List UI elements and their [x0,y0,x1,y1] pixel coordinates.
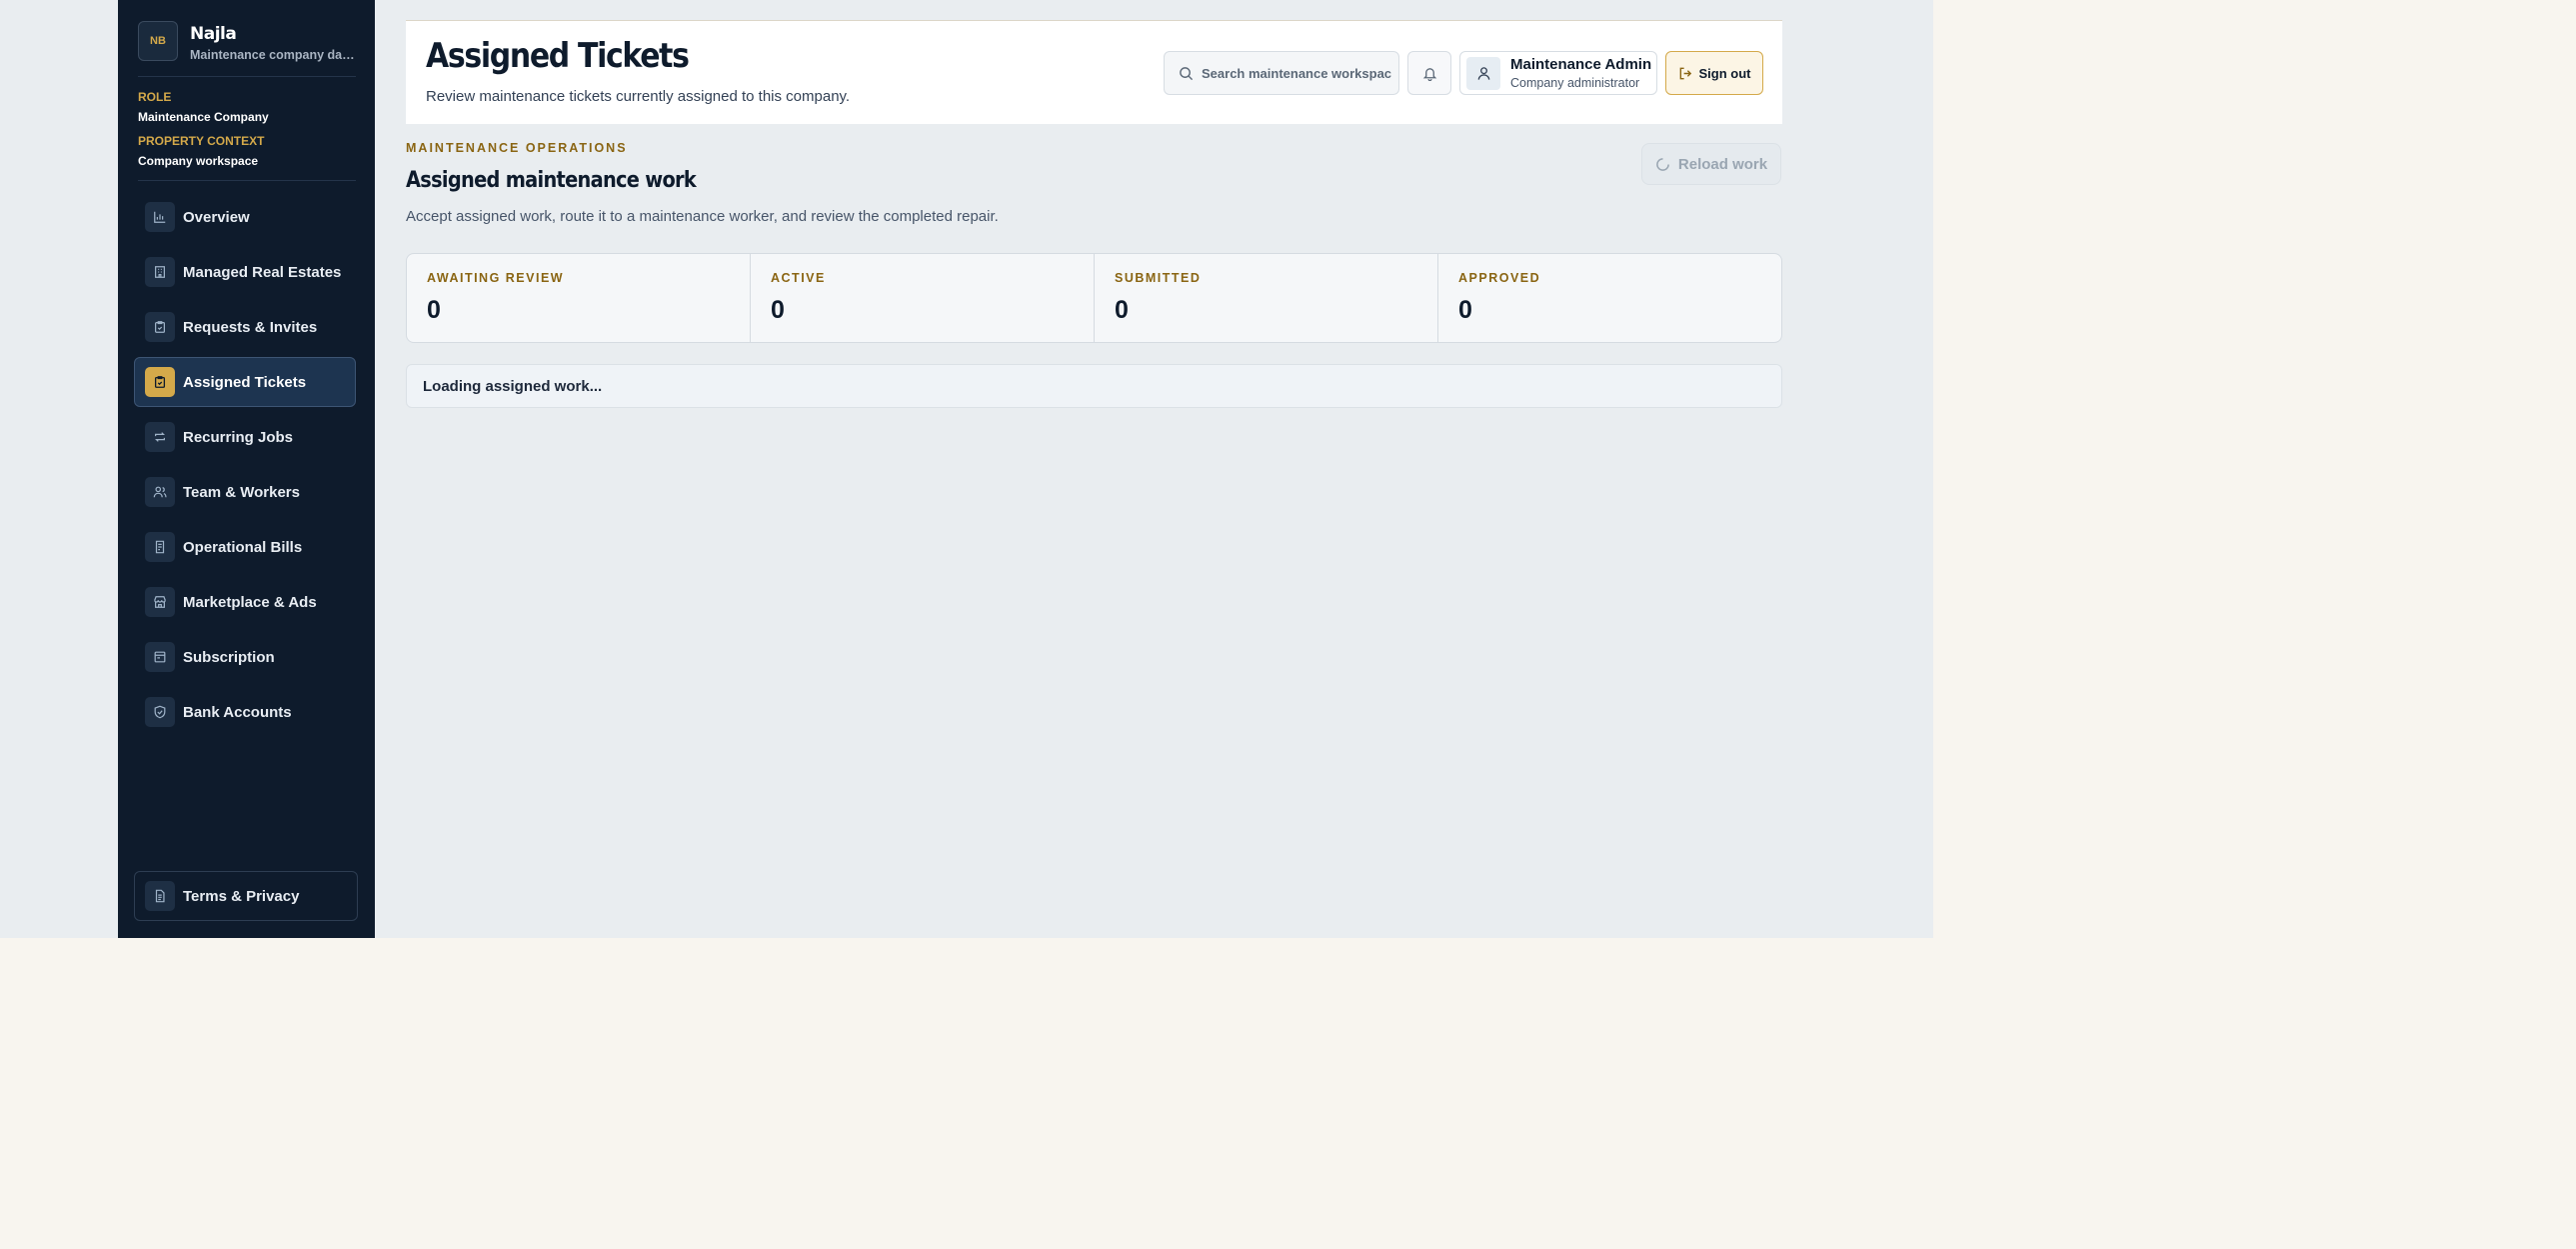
user-role: Company administrator [1510,76,1640,90]
stat-value: 0 [427,296,441,324]
reload-work-label: Reload work [1677,155,1768,173]
sidebar-item-label: Requests & Invites [183,318,318,336]
stat-value: 0 [1458,296,1472,324]
section-eyebrow: MAINTENANCE OPERATIONS [406,141,628,155]
clipboard-icon [145,367,175,397]
sidebar-item-marketplace-ads[interactable]: Marketplace & Ads [134,577,356,627]
sidebar-item-requests-invites[interactable]: Requests & Invites [134,302,356,352]
stat-label: SUBMITTED [1115,271,1202,285]
sidebar-item-label: Subscription [183,648,275,666]
page-title: Assigned Tickets [426,36,690,76]
app-shell: NB Najla Maintenance company dashboard R… [0,0,1933,938]
clipboard-check-icon [145,312,175,342]
sidebar-item-team-workers[interactable]: Team & Workers [134,467,356,517]
bell-icon [1422,67,1436,81]
role-value: Maintenance Company [138,110,269,124]
sign-out-icon [1679,67,1691,79]
reload-work-button[interactable]: Reload work [1641,143,1781,185]
property-context-label: PROPERTY CONTEXT [138,134,265,148]
sidebar-item-overview[interactable]: Overview [134,192,356,242]
building-icon [145,257,175,287]
repeat-icon [145,422,175,452]
property-context-value: Company workspace [138,154,259,168]
sign-out-label: Sign out [1698,65,1751,81]
stat-label: AWAITING REVIEW [427,271,565,285]
brand-name: Najla [190,24,237,44]
sidebar-item-label: Managed Real Estates [183,263,342,281]
sign-out-button[interactable]: Sign out [1665,51,1763,95]
stat-label: APPROVED [1458,271,1541,285]
avatar [1466,57,1500,90]
sidebar-item-label: Operational Bills [183,538,303,556]
role-label: ROLE [138,90,172,104]
sidebar-item-assigned-tickets[interactable]: Assigned Tickets [134,357,356,407]
sidebar-item-label: Marketplace & Ads [183,593,317,611]
loading-message: Loading assigned work... [406,364,1782,408]
sidebar: NB Najla Maintenance company dashboard R… [118,0,375,938]
search-box[interactable] [1164,51,1399,95]
receipt-icon [145,532,175,562]
stats-panel: AWAITING REVIEW 0 ACTIVE 0 SUBMITTED 0 A… [406,253,1782,343]
sidebar-item-label: Bank Accounts [183,703,292,721]
user-icon [1477,67,1489,80]
section-description: Accept assigned work, route it to a main… [406,208,999,225]
sidebar-item-label: Assigned Tickets [183,373,307,391]
stat-label: ACTIVE [771,271,826,285]
stat-approved: APPROVED 0 [1438,254,1781,342]
sidebar-item-label: Recurring Jobs [183,428,294,446]
brand[interactable]: NB Najla Maintenance company dashboard [138,21,358,63]
sidebar-item-label: Team & Workers [183,483,300,501]
sidebar-divider [138,76,356,77]
brand-subtitle: Maintenance company dashboard [190,48,358,62]
sidebar-item-terms-privacy[interactable]: Terms & Privacy [134,871,358,921]
bar-chart-icon [145,202,175,232]
shield-check-icon [145,697,175,727]
brand-logo: NB [138,21,178,61]
search-input[interactable] [1202,65,1391,81]
page-header: Assigned Tickets Review maintenance tick… [406,20,1782,124]
sidebar-item-bank-accounts[interactable]: Bank Accounts [134,687,356,737]
user-name: Maintenance Admin [1510,56,1652,73]
sidebar-item-recurring-jobs[interactable]: Recurring Jobs [134,412,356,462]
sidebar-divider [138,180,356,181]
section-title: Assigned maintenance work [406,168,697,193]
sidebar-item-operational-bills[interactable]: Operational Bills [134,522,356,572]
stat-value: 0 [771,296,785,324]
sidebar-item-label: Terms & Privacy [183,887,300,905]
page-subtitle: Review maintenance tickets currently ass… [426,88,851,105]
sidebar-item-managed-real-estates[interactable]: Managed Real Estates [134,247,356,297]
notifications-button[interactable] [1407,51,1451,95]
sidebar-item-subscription[interactable]: Subscription [134,632,356,682]
stat-awaiting-review: AWAITING REVIEW 0 [407,254,751,342]
stat-submitted: SUBMITTED 0 [1095,254,1438,342]
sidebar-item-label: Overview [183,208,250,226]
stat-active: ACTIVE 0 [751,254,1095,342]
search-icon [1180,66,1194,80]
users-icon [145,477,175,507]
store-icon [145,587,175,617]
document-icon [145,881,175,911]
user-menu[interactable]: Maintenance Admin Company administrator [1459,51,1657,95]
stat-value: 0 [1115,296,1129,324]
card-icon [145,642,175,672]
spinner-icon [1656,157,1669,171]
